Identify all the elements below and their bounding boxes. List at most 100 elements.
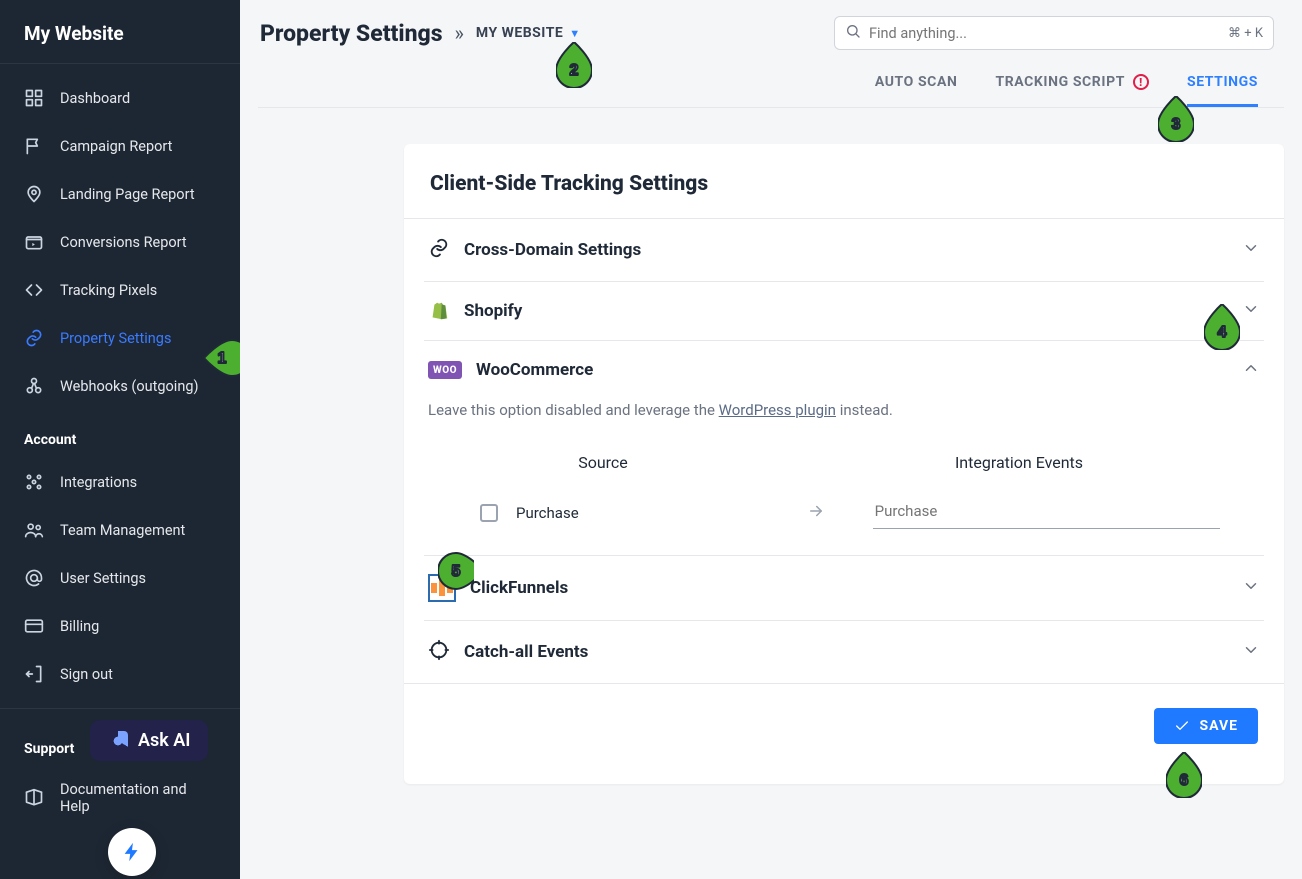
map-pin-icon: [24, 184, 44, 204]
accordion-header-woocommerce[interactable]: WOO WooCommerce: [424, 341, 1264, 399]
sidebar-item-label: Landing Page Report: [60, 186, 195, 203]
accordion-shopify: Shopify: [424, 282, 1264, 341]
link-icon: [24, 328, 44, 348]
woocommerce-icon: WOO: [428, 361, 462, 379]
sidebar-item-webhooks[interactable]: Webhooks (outgoing): [0, 362, 240, 410]
accordion-cross-domain: Cross-Domain Settings: [424, 219, 1264, 282]
clickfunnels-icon: [428, 574, 456, 602]
sidebar-item-dashboard[interactable]: Dashboard: [0, 74, 240, 122]
sidebar-item-label: Sign out: [60, 666, 113, 683]
sidebar-item-user-settings[interactable]: User Settings: [0, 554, 240, 602]
header-divider: [258, 107, 1284, 108]
sidebar-item-tracking-pixels[interactable]: Tracking Pixels: [0, 266, 240, 314]
col-events: Integration Events: [778, 453, 1260, 472]
code-icon: [24, 280, 44, 300]
ai-logo-icon: [108, 731, 128, 751]
sidebar-item-label: Dashboard: [60, 90, 130, 107]
shopify-icon: [428, 300, 450, 322]
caret-down-icon: ▼: [569, 27, 580, 40]
brand-title: My Website: [0, 0, 240, 63]
accordion-clickfunnels: ClickFunnels: [424, 556, 1264, 621]
accordion-catch-all: Catch-all Events: [424, 621, 1264, 683]
target-icon: [428, 639, 450, 665]
search-input-wrapper[interactable]: ⌘ + K: [834, 16, 1274, 50]
save-button[interactable]: SAVE: [1154, 708, 1259, 744]
chevron-down-icon: [1242, 239, 1260, 261]
property-selector[interactable]: MY WEBSITE ▼: [476, 25, 581, 41]
accordion-title: Cross-Domain Settings: [464, 240, 641, 260]
sidebar-item-conversions-report[interactable]: Conversions Report: [0, 218, 240, 266]
ask-ai-button[interactable]: Ask AI: [90, 720, 208, 761]
chevron-down-icon: [1242, 300, 1260, 322]
woo-table-header: Source Integration Events: [428, 453, 1260, 496]
warning-icon: !: [1133, 74, 1149, 90]
breadcrumb-separator: »: [455, 21, 464, 45]
card-footer: SAVE: [404, 683, 1284, 784]
sidebar-item-team-management[interactable]: Team Management: [0, 506, 240, 554]
integration-event-field[interactable]: [873, 496, 1220, 529]
ask-ai-label: Ask AI: [138, 730, 190, 751]
sidebar-separator: [0, 63, 240, 64]
card-title: Client-Side Tracking Settings: [404, 144, 1284, 219]
conversion-icon: [24, 232, 44, 252]
lightning-icon: [121, 841, 143, 863]
chevron-down-icon: [1242, 577, 1260, 599]
sidebar-item-property-settings[interactable]: Property Settings: [0, 314, 240, 362]
accordion-header-shopify[interactable]: Shopify: [424, 282, 1264, 340]
sidebar-separator: [0, 708, 240, 709]
sidebar-item-label: Tracking Pixels: [60, 282, 157, 299]
tab-settings[interactable]: SETTINGS: [1187, 74, 1258, 107]
tab-tracking-script[interactable]: TRACKING SCRIPT !: [995, 74, 1149, 107]
search-input[interactable]: [869, 25, 1228, 42]
dashboard-icon: [24, 88, 44, 108]
sidebar-section-account: Account: [0, 410, 240, 458]
sidebar-item-documentation[interactable]: Documentation and Help: [0, 767, 240, 829]
accordion-body-woocommerce: Leave this option disabled and leverage …: [424, 399, 1264, 555]
docs-icon: [24, 788, 44, 808]
accordion-header-clickfunnels[interactable]: ClickFunnels: [424, 556, 1264, 620]
search-icon: [845, 23, 861, 43]
at-icon: [24, 568, 44, 588]
sidebar-item-label: Property Settings: [60, 330, 171, 347]
accordion-title: WooCommerce: [476, 360, 593, 380]
tabs: AUTO SCAN TRACKING SCRIPT ! SETTINGS: [240, 56, 1302, 107]
sidebar-item-landing-page-report[interactable]: Landing Page Report: [0, 170, 240, 218]
sidebar-item-sign-out[interactable]: Sign out: [0, 650, 240, 698]
flag-icon: [24, 136, 44, 156]
accordion-title: Shopify: [464, 301, 522, 321]
hint-pre: Leave this option disabled and leverage …: [428, 401, 719, 419]
purchase-checkbox[interactable]: [480, 504, 498, 522]
sidebar-item-label: User Settings: [60, 570, 146, 587]
accordion-header-cross-domain[interactable]: Cross-Domain Settings: [424, 219, 1264, 281]
floating-action-button[interactable]: [108, 828, 156, 876]
accordion-title: Catch-all Events: [464, 642, 588, 662]
main-area: Property Settings » MY WEBSITE ▼ ⌘ + K A…: [240, 0, 1302, 879]
chevron-up-icon: [1242, 359, 1260, 381]
arrow-right-icon: [807, 502, 825, 524]
search-shortcut: ⌘ + K: [1228, 26, 1263, 41]
tab-auto-scan[interactable]: AUTO SCAN: [875, 74, 958, 107]
accordion-list: Cross-Domain Settings Shopify WOO WooCom…: [404, 219, 1284, 683]
accordion-title: ClickFunnels: [470, 578, 568, 598]
sidebar-item-label: Webhooks (outgoing): [60, 378, 199, 395]
card-icon: [24, 616, 44, 636]
hint-post: instead.: [836, 401, 893, 419]
property-selector-label: MY WEBSITE: [476, 25, 563, 41]
source-label: Purchase: [516, 504, 579, 522]
integration-event-input[interactable]: [873, 496, 1220, 529]
accordion-header-catch-all[interactable]: Catch-all Events: [424, 621, 1264, 683]
accordion-woocommerce: WOO WooCommerce Leave this option disabl…: [424, 341, 1264, 556]
sidebar-item-integrations[interactable]: Integrations: [0, 458, 240, 506]
woocommerce-hint: Leave this option disabled and leverage …: [428, 401, 1260, 453]
save-button-label: SAVE: [1200, 718, 1239, 734]
sidebar-item-label: Billing: [60, 618, 99, 635]
settings-card: Client-Side Tracking Settings Cross-Doma…: [404, 144, 1284, 784]
breadcrumb: Property Settings » MY WEBSITE ▼: [260, 20, 581, 47]
tab-label: TRACKING SCRIPT: [995, 74, 1125, 90]
sidebar-item-campaign-report[interactable]: Campaign Report: [0, 122, 240, 170]
sidebar-item-billing[interactable]: Billing: [0, 602, 240, 650]
link-icon: [428, 237, 450, 263]
chevron-down-icon: [1242, 641, 1260, 663]
wordpress-plugin-link[interactable]: WordPress plugin: [719, 401, 836, 419]
sidebar-item-label: Documentation and Help: [60, 781, 216, 815]
